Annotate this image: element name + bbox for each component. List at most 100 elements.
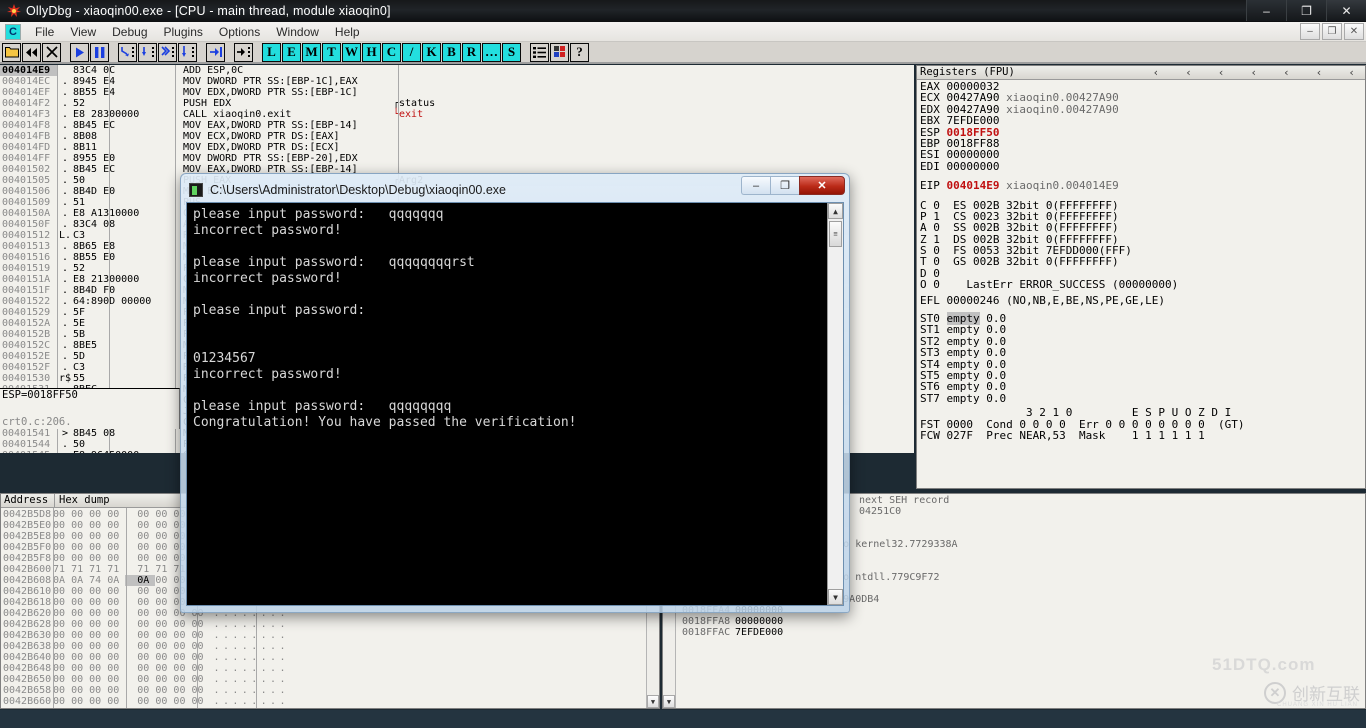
toolbar-button-handles[interactable]: H — [362, 42, 381, 62]
menu-item-file[interactable]: File — [27, 23, 62, 41]
console-titlebar[interactable]: C:\Users\Administrator\Desktop\Debug\xia… — [185, 176, 845, 202]
disasm-address: 00401544 — [2, 439, 51, 450]
execute-till-cursor-icon[interactable] — [234, 42, 253, 62]
pause-icon[interactable] — [90, 42, 109, 62]
menu-item-plugins[interactable]: Plugins — [156, 23, 211, 41]
register-row[interactable]: EDI 00000000 — [920, 161, 1365, 172]
dump-row[interactable]: 0042B66000 00 00 00 00 00 00 00........ — [1, 696, 659, 707]
toolbar-button-executables[interactable]: E — [282, 42, 301, 62]
disasm-address: 0040151F — [2, 285, 51, 296]
stack-row[interactable]: 0018FFAC 7EFDE000 — [679, 627, 1365, 638]
registers-chevron-6[interactable]: ‹ — [1348, 66, 1355, 79]
registers-chevron-4[interactable]: ‹ — [1283, 66, 1290, 79]
toolbar-button-patches[interactable]: / — [402, 42, 421, 62]
stack-scroll-down-arrow[interactable]: ▼ — [663, 695, 675, 708]
dump-row[interactable]: 0042B64000 00 00 00 00 00 00 00........ — [1, 652, 659, 663]
console-close-button[interactable]: ✕ — [799, 176, 845, 195]
dump-byte: 00 — [125, 630, 156, 641]
console-minimize-button[interactable]: – — [741, 176, 770, 195]
disasm-row[interactable]: 004014FF. 8955 E0 MOV DWORD PTR SS:[EBP-20… — [0, 153, 914, 164]
disasm-row[interactable]: 004014F8. 8B45 EC MOV EAX,DWORD PTR SS:[EB… — [0, 120, 914, 131]
dump-row[interactable]: 0042B63000 00 00 00 00 00 00 00........ — [1, 630, 659, 641]
toolbar-button-source[interactable]: S — [502, 42, 521, 62]
registers-chevron-0[interactable]: ‹ — [1153, 66, 1160, 79]
menu-item-debug[interactable]: Debug — [104, 23, 155, 41]
fpu-register-row[interactable]: ST7 empty 0.0 — [920, 393, 1365, 404]
mdi-close-button[interactable]: ✕ — [1344, 23, 1364, 40]
toolbar-button-memory[interactable]: M — [302, 42, 321, 62]
registers-body[interactable]: EAX 00000032 ECX 00427A90 xiaoqin0.00427A… — [917, 80, 1365, 441]
close-button[interactable]: ✕ — [1326, 0, 1366, 21]
menu-item-options[interactable]: Options — [211, 23, 268, 41]
disasm-opcode: 8B55 E4 — [73, 87, 116, 98]
disasm-row[interactable]: 004014E9 83C4 0C ADD ESP,0C — [0, 65, 914, 76]
minimize-button[interactable]: – — [1246, 0, 1286, 21]
open-file-icon[interactable] — [2, 42, 21, 62]
console-maximize-button[interactable]: ❐ — [770, 176, 799, 195]
console-scroll-down-arrow[interactable]: ▼ — [828, 589, 843, 605]
flag-row[interactable]: T 0 GS 002B 32bit 0(FFFFFFFF) — [920, 256, 1365, 267]
registers-panel[interactable]: Registers (FPU) ‹ ‹ ‹ ‹ ‹ ‹ ‹ EAX 00000032 ECX … — [916, 65, 1366, 489]
console-scroll-thumb[interactable]: ≡ — [829, 221, 842, 247]
animate-into-icon[interactable] — [158, 42, 177, 62]
animate-over-icon[interactable] — [178, 42, 197, 62]
toolbar-button-breakpoints[interactable]: B — [442, 42, 461, 62]
dump-row[interactable]: 0042B65000 00 00 00 00 00 00 00........ — [1, 674, 659, 685]
dump-scroll-down-arrow[interactable]: ▼ — [647, 695, 659, 708]
toolbar-button-callstack[interactable]: K — [422, 42, 441, 62]
run-icon[interactable] — [70, 42, 89, 62]
stack-row[interactable]: 0018FFA8 00000000 — [679, 616, 1365, 627]
dump-row[interactable]: 0042B62800 00 00 00 00 00 00 00........ — [1, 619, 659, 630]
dump-row[interactable]: 0042B65800 00 00 00 00 00 00 00........ — [1, 685, 659, 696]
menu-item-view[interactable]: View — [62, 23, 104, 41]
mdi-document-icon[interactable]: C — [5, 23, 21, 40]
watermark-logo-icon: ✕ — [1264, 681, 1286, 704]
dump-row[interactable]: 0042B66800 00 00 00 00 00 00 00........ — [1, 707, 659, 708]
toolbar-button-threads[interactable]: T — [322, 42, 341, 62]
toolbar-button-cpu[interactable]: C — [382, 42, 401, 62]
registers-chevron-1[interactable]: ‹ — [1185, 66, 1192, 79]
console-scroll-up-arrow[interactable]: ▲ — [828, 203, 843, 219]
toolbar-button-references[interactable]: R — [462, 42, 481, 62]
registers-chevron-2[interactable]: ‹ — [1218, 66, 1225, 79]
help-icon[interactable]: ? — [570, 42, 589, 62]
console-window[interactable]: C:\Users\Administrator\Desktop\Debug\xia… — [180, 173, 850, 613]
register-row-eip[interactable]: EIP 004014E9 xiaoqin0.004014E9 — [920, 180, 1365, 191]
execute-till-return-icon[interactable] — [206, 42, 225, 62]
restart-icon[interactable] — [22, 42, 41, 62]
step-over-icon[interactable] — [138, 42, 157, 62]
registers-chevron-5[interactable]: ‹ — [1316, 66, 1323, 79]
toolbar-button-run-trace[interactable]: … — [482, 42, 501, 62]
disasm-row[interactable]: 004014F2. 52 PUSH EDX ┌status — [0, 98, 914, 109]
menu-item-help[interactable]: Help — [327, 23, 368, 41]
options-list-icon[interactable] — [530, 42, 549, 62]
disasm-row[interactable]: 004014FB. 8B08 MOV ECX,DWORD PTR DS:[EAX] — [0, 131, 914, 142]
register-comment: xiaoqin0.004014E9 — [999, 179, 1119, 193]
disasm-row[interactable]: 004014FD. 8B11 MOV EDX,DWORD PTR DS:[ECX] — [0, 142, 914, 153]
fpu-register-name: ST7 — [920, 391, 947, 405]
flag-row[interactable]: O 0 LastErr ERROR_SUCCESS (00000000) — [920, 279, 1365, 290]
efl-row[interactable]: EFL 00000246 (NO,NB,E,BE,NS,PE,GE,LE) — [920, 294, 1365, 306]
step-into-icon[interactable] — [118, 42, 137, 62]
maximize-button[interactable]: ❐ — [1286, 0, 1326, 21]
menubar: C File View Debug Plugins Options Window… — [0, 22, 1366, 42]
appearance-icon[interactable] — [550, 42, 569, 62]
registers-chevrons[interactable]: ‹ ‹ ‹ ‹ ‹ ‹ ‹ — [1153, 66, 1361, 79]
disasm-row[interactable]: 004014EC. 8945 E4 MOV DWORD PTR SS:[EBP-1C… — [0, 76, 914, 87]
close-program-icon[interactable] — [42, 42, 61, 62]
dump-row[interactable]: 0042B63800 00 00 00 00 00 00 00........ — [1, 641, 659, 652]
dump-row[interactable]: 0042B64800 00 00 00 00 00 00 00........ — [1, 663, 659, 674]
disasm-opcode: 51 — [73, 197, 86, 208]
dump-byte: 0A — [125, 575, 156, 586]
menu-item-window[interactable]: Window — [268, 23, 327, 41]
toolbar-button-log[interactable]: L — [262, 42, 281, 62]
console-vertical-scrollbar[interactable]: ▲ ≡ ▼ — [827, 203, 843, 605]
mdi-minimize-button[interactable]: – — [1300, 23, 1320, 40]
disasm-row[interactable]: 004014EF. 8B55 E4 MOV EDX,DWORD PTR SS:[EB… — [0, 87, 914, 98]
registers-chevron-3[interactable]: ‹ — [1251, 66, 1258, 79]
toolbar-button-windows[interactable]: W — [342, 42, 361, 62]
disasm-row[interactable]: 004014F3. E8 28300000 CALL xiaoqin0.exit └e… — [0, 109, 914, 120]
mdi-restore-button[interactable]: ❐ — [1322, 23, 1342, 40]
dump-byte: 00 — [125, 663, 156, 674]
console-body[interactable]: please input password: qqqqqqq incorrect… — [186, 202, 844, 606]
